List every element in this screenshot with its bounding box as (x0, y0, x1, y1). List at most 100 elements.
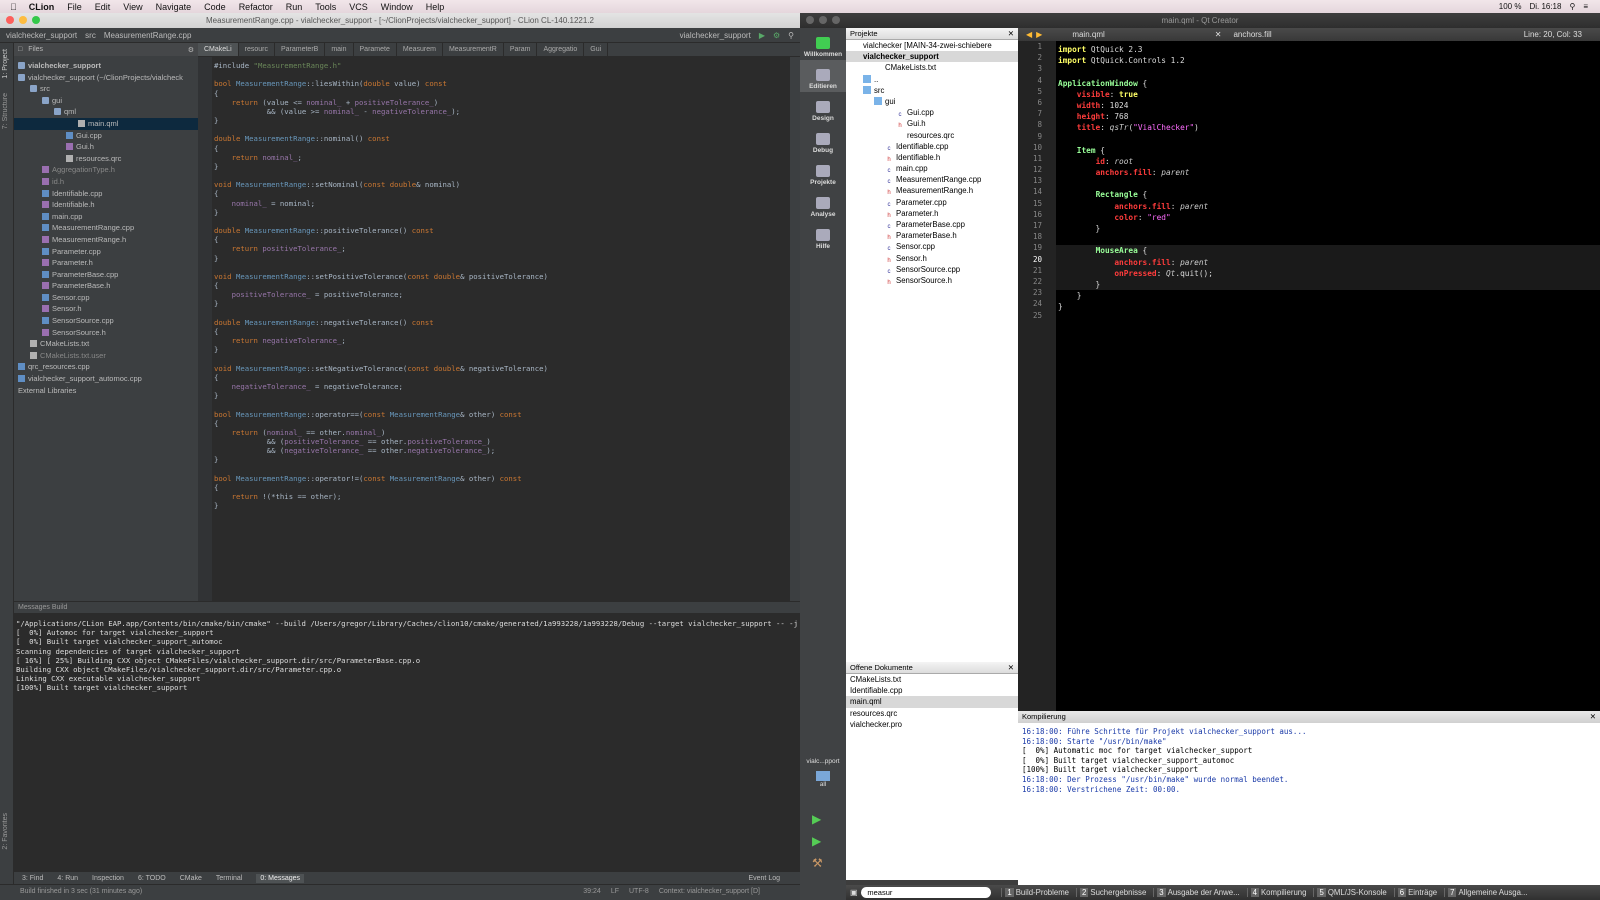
qt-tree-item[interactable]: gui (846, 96, 1018, 107)
menu-item[interactable]: Help (426, 2, 445, 12)
menu-item[interactable]: Navigate (156, 2, 192, 12)
qt-tree-item[interactable]: h Identifiable.h (846, 152, 1018, 163)
build-hammer-icon[interactable]: ⚒ (812, 856, 823, 870)
menu-item[interactable]: File (67, 2, 82, 12)
project-tree-item[interactable]: Parameter.cpp (14, 246, 198, 258)
menu-item[interactable]: Edit (95, 2, 111, 12)
status-item[interactable]: LF (611, 888, 619, 895)
output-pane-button[interactable]: 1 Build-Probleme (1001, 888, 1072, 897)
bottom-tool-button[interactable]: CMake (180, 875, 202, 882)
mode-button[interactable]: Willkommen (800, 28, 846, 60)
favorites-tool-button[interactable]: 2: Favorites (2, 813, 9, 850)
file-select[interactable]: main.qml (1072, 30, 1104, 39)
qt-tree-item[interactable]: h ParameterBase.h (846, 230, 1018, 241)
editor-tab[interactable]: Paramete (354, 43, 397, 56)
editor-tab[interactable]: Measurem (397, 43, 443, 56)
qt-tree-item[interactable]: c ParameterBase.cpp (846, 219, 1018, 230)
output-pane-button[interactable]: 2 Suchergebnisse (1076, 888, 1149, 897)
mode-button[interactable]: Design (800, 92, 846, 124)
bottom-tool-button[interactable]: 0: Messages (256, 873, 305, 883)
apple-icon[interactable]:  (10, 2, 17, 12)
close-button[interactable] (6, 16, 14, 24)
qml-editor[interactable]: import QtQuick 2.3 import QtQuick.Control… (1056, 41, 1600, 711)
mode-button[interactable]: Editieren (800, 60, 846, 92)
project-tree-item[interactable]: Parameter.h (14, 257, 198, 269)
output-pane-button[interactable]: 5 QML/JS-Konsole (1313, 888, 1389, 897)
project-tree-item[interactable]: CMakeLists.txt.user (14, 350, 198, 362)
mode-button[interactable]: Projekte (800, 156, 846, 188)
output-pane-button[interactable]: 3 Ausgabe der Anwe... (1153, 888, 1242, 897)
project-tree-item[interactable]: Sensor.h (14, 303, 198, 315)
bottom-tool-button[interactable]: 4: Run (57, 875, 78, 882)
qt-tree-item[interactable]: c Parameter.cpp (846, 197, 1018, 208)
status-item[interactable]: UTF-8 (629, 888, 649, 895)
project-tree-item[interactable]: Gui.cpp (14, 130, 198, 142)
editor-tab[interactable]: CMakeLi (198, 43, 239, 56)
menu-item[interactable]: Refactor (239, 2, 273, 12)
list-icon[interactable]: ≡ (1583, 2, 1588, 11)
project-tree-item[interactable]: MeasurementRange.h (14, 234, 198, 246)
project-view-select[interactable]: Files (28, 46, 43, 53)
event-log-button[interactable]: Event Log (748, 875, 800, 882)
qt-tree-item[interactable]: c Sensor.cpp (846, 241, 1018, 252)
build-target-label[interactable]: vialc...pport all (800, 758, 846, 788)
project-tree-item[interactable]: Identifiable.cpp (14, 188, 198, 200)
qt-tree-item[interactable]: resources.qrc (846, 130, 1018, 141)
breadcrumb-src[interactable]: src (85, 31, 96, 40)
qt-tree-item[interactable]: .. (846, 74, 1018, 85)
qt-tree-item[interactable]: vialchecker [MAIN-34-zwei-schiebere (846, 40, 1018, 51)
qt-tree-item[interactable]: h MeasurementRange.h (846, 185, 1018, 196)
qt-tree-item[interactable]: c Gui.cpp (846, 107, 1018, 118)
menu-item[interactable]: Window (381, 2, 413, 12)
project-tree-item[interactable]: Identifiable.h (14, 199, 198, 211)
project-tree-item[interactable]: Gui.h (14, 141, 198, 153)
qt-tree-item[interactable]: vialchecker_support (846, 51, 1018, 63)
output-pane-button[interactable]: 4 Kompilierung (1246, 888, 1310, 897)
project-tree-item[interactable]: src (14, 83, 198, 95)
gear-icon[interactable]: ⚙ (188, 46, 198, 54)
close-icon[interactable]: ✕ (1008, 663, 1018, 672)
bottom-tool-button[interactable]: 3: Find (22, 875, 43, 882)
editor-tab[interactable]: Aggregatio (537, 43, 585, 56)
breadcrumb-file[interactable]: MeasurementRange.cpp (104, 31, 192, 40)
mode-button[interactable]: Hilfe (800, 220, 846, 252)
bottom-tool-button[interactable]: Inspection (92, 875, 124, 882)
mode-button[interactable]: Debug (800, 124, 846, 156)
project-tree-item[interactable]: qml (14, 106, 198, 118)
bottom-tool-button[interactable]: Terminal (216, 875, 242, 882)
run-icon[interactable]: ▶ (759, 31, 765, 40)
qt-tree-item[interactable]: h SensorSource.h (846, 275, 1018, 286)
project-tree-item[interactable]: External Libraries (14, 385, 198, 397)
project-tree-item[interactable]: MeasurementRange.cpp (14, 222, 198, 234)
project-tree-item[interactable]: SensorSource.h (14, 327, 198, 339)
project-tree-item[interactable]: ParameterBase.h (14, 280, 198, 292)
editor-tab[interactable]: Param (504, 43, 538, 56)
locator-input[interactable]: measur (861, 887, 992, 898)
editor-tab[interactable]: main (325, 43, 354, 56)
project-tool-button[interactable]: 1: Project (2, 49, 9, 79)
project-tree-item[interactable]: vialchecker_support (14, 60, 198, 72)
symbol-select[interactable]: anchors.fill (1233, 30, 1271, 39)
zoom-button[interactable] (32, 16, 40, 24)
qt-tree-item[interactable]: c SensorSource.cpp (846, 264, 1018, 275)
run-icon[interactable]: ▶ (812, 812, 821, 826)
close-file-icon[interactable]: ✕ (1215, 30, 1222, 39)
project-tree-item[interactable]: qrc_resources.cpp (14, 361, 198, 373)
editor-tab[interactable]: ParameterB (275, 43, 326, 56)
qt-tree-item[interactable]: CMakeLists.txt (846, 62, 1018, 73)
breadcrumb-project[interactable]: vialchecker_support (6, 31, 77, 40)
debug-icon[interactable]: ⚙ (773, 31, 780, 40)
editor-tab[interactable]: MeasurementR (443, 43, 504, 56)
open-document-item[interactable]: main.qml (846, 696, 1018, 708)
qt-close-button[interactable] (806, 16, 814, 24)
project-tree-item[interactable]: id.h (14, 176, 198, 188)
qt-minimize-button[interactable] (819, 16, 827, 24)
back-icon[interactable]: ◀ (1026, 30, 1032, 39)
project-tree-item[interactable]: Sensor.cpp (14, 292, 198, 304)
structure-tool-button[interactable]: 7: Structure (2, 93, 9, 129)
qt-tree-item[interactable]: c Identifiable.cpp (846, 141, 1018, 152)
project-tree-item[interactable]: vialchecker_support_automoc.cpp (14, 373, 198, 385)
open-document-item[interactable]: CMakeLists.txt (846, 674, 1018, 685)
status-item[interactable]: Context: vialchecker_support [D] (659, 888, 760, 895)
qt-tree-item[interactable]: src (846, 85, 1018, 96)
